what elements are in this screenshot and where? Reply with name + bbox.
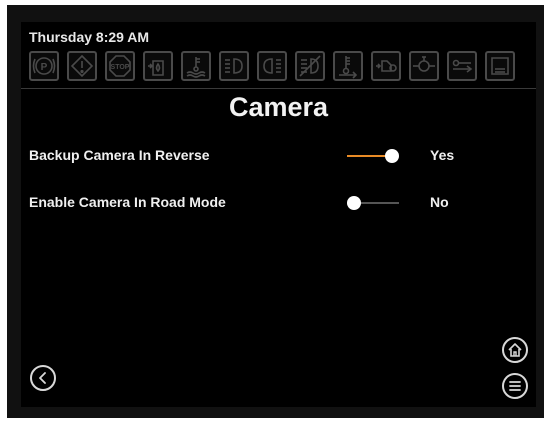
toggle-fill — [347, 155, 387, 157]
coolant-level-icon — [181, 51, 211, 81]
tank-level-icon — [485, 51, 515, 81]
transmission-icon — [371, 51, 401, 81]
road-mode-camera-toggle[interactable] — [347, 193, 399, 213]
coolant-temperature-icon — [333, 51, 363, 81]
toggle-value: No — [430, 194, 449, 210]
header-divider — [21, 88, 536, 89]
left-headlight-icon — [219, 51, 249, 81]
hamburger-menu-icon — [509, 381, 521, 391]
home-button[interactable] — [502, 337, 528, 363]
warning-icon-bar: P STOP — [29, 51, 529, 81]
high-beam-off-icon — [295, 51, 325, 81]
chevron-left-icon — [39, 372, 46, 384]
toggle-value: Yes — [430, 147, 455, 163]
setting-enable-camera-in-road-mode: Enable Camera In Road Mode No — [21, 188, 536, 218]
backup-camera-toggle[interactable] — [347, 146, 399, 166]
right-headlight-icon — [257, 51, 287, 81]
setting-label: Backup Camera In Reverse — [29, 147, 210, 163]
svg-text:STOP: STOP — [111, 64, 130, 71]
stop-icon: STOP — [105, 51, 135, 81]
menu-button[interactable] — [502, 373, 528, 399]
svg-text:P: P — [41, 62, 48, 73]
setting-label: Enable Camera In Road Mode — [29, 194, 226, 210]
toggle-knob[interactable] — [347, 196, 361, 210]
status-clock: Thursday 8:29 AM — [29, 29, 150, 45]
parking-brake-icon: P — [29, 51, 59, 81]
display-screen: Thursday 8:29 AM P STOP Camera Backup Ca… — [21, 22, 536, 407]
toggle-knob[interactable] — [385, 149, 399, 163]
home-icon — [508, 343, 522, 357]
page-title: Camera — [228, 92, 329, 122]
setting-backup-camera-in-reverse: Backup Camera In Reverse Yes — [21, 141, 536, 171]
oil-pressure-icon — [409, 51, 439, 81]
back-button[interactable] — [30, 365, 56, 391]
warning-icon — [67, 51, 97, 81]
fuel-water-icon — [143, 51, 173, 81]
low-fuel-icon — [447, 51, 477, 81]
